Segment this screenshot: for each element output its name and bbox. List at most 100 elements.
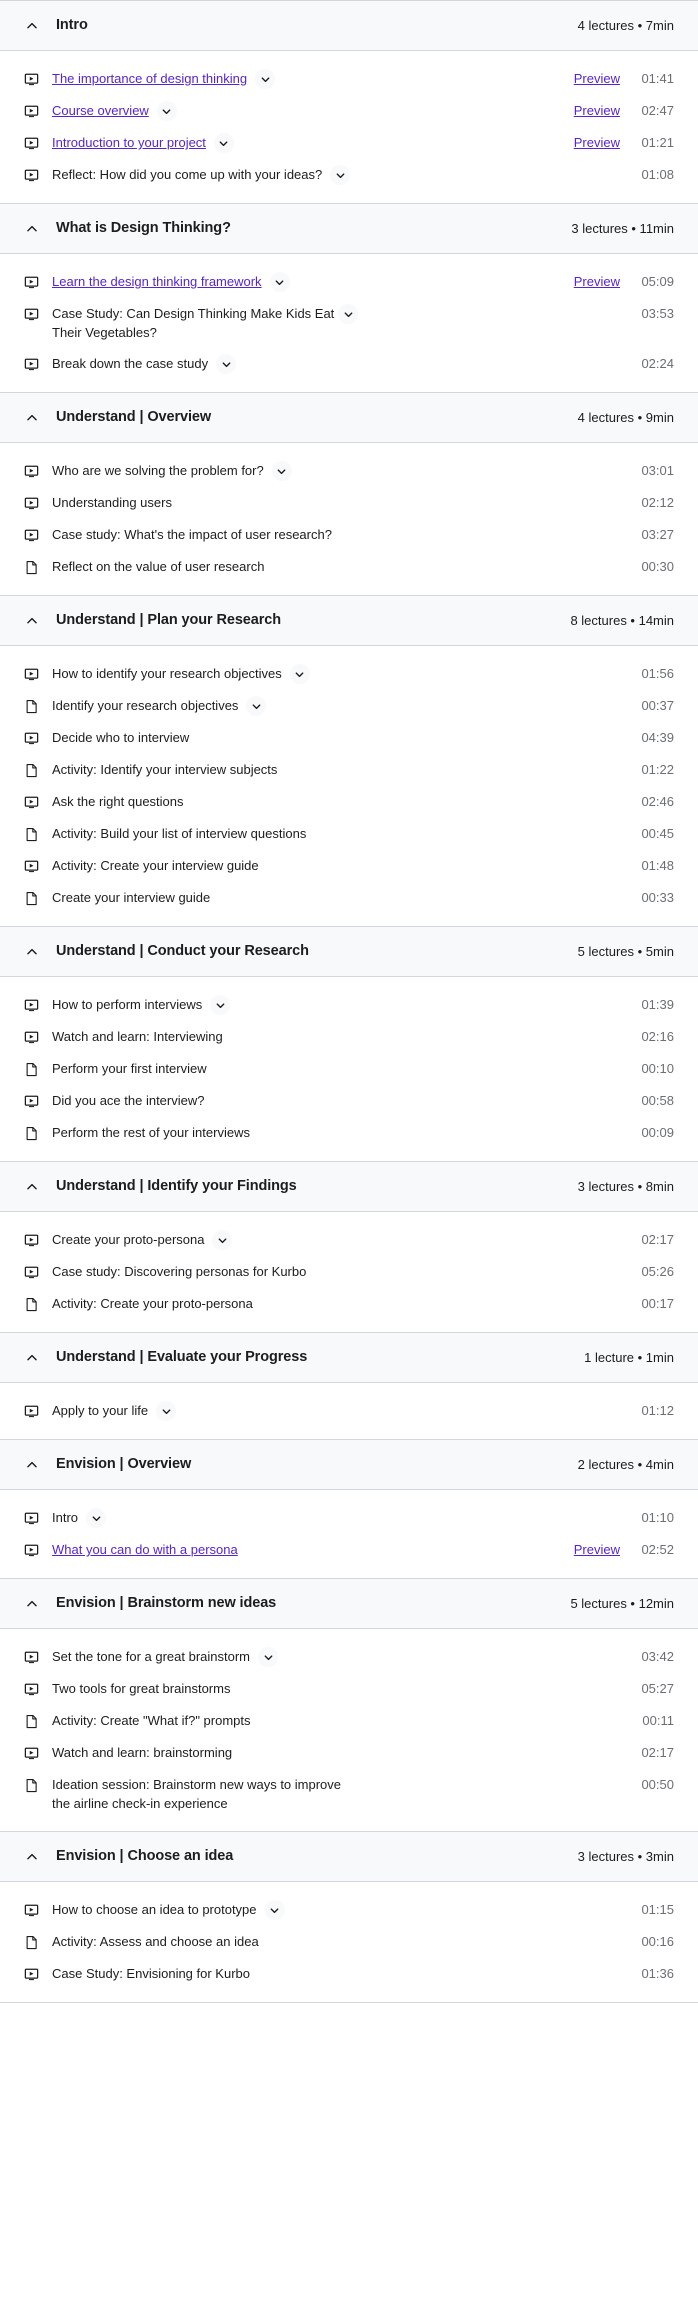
section-header-1[interactable]: What is Design Thinking? 3 lectures • 11m… <box>0 204 698 254</box>
lecture-right: 05:27 <box>638 1679 674 1698</box>
chevron-up-icon[interactable] <box>24 613 40 629</box>
lecture-title: Two tools for great brainstorms <box>52 1681 231 1696</box>
video-icon <box>24 664 40 684</box>
chevron-down-icon[interactable] <box>156 101 177 121</box>
chevron-up-icon[interactable] <box>24 1849 40 1865</box>
lecture-duration: 01:39 <box>641 997 674 1012</box>
chevron-down-icon[interactable] <box>246 696 267 716</box>
lecture-main: How to identify your research objectives <box>52 664 638 684</box>
chevron-down-icon[interactable] <box>213 133 234 153</box>
section-header-6[interactable]: Understand | Evaluate your Progress 1 lec… <box>0 1333 698 1383</box>
article-icon <box>24 1932 40 1952</box>
lecture-right: 00:11 <box>638 1711 674 1730</box>
lecture-title: Watch and learn: Interviewing <box>52 1029 223 1044</box>
lecture-duration: 04:39 <box>641 730 674 745</box>
lecture-main: Activity: Create your proto-persona <box>52 1294 638 1313</box>
preview-link[interactable]: Preview <box>574 101 620 120</box>
lecture-row: Case study: What's the impact of user re… <box>0 519 698 551</box>
chevron-up-icon[interactable] <box>24 1596 40 1612</box>
lecture-duration: 03:01 <box>641 463 674 478</box>
article-icon <box>24 760 40 780</box>
chevron-down-icon[interactable] <box>255 69 276 89</box>
preview-link[interactable]: Preview <box>574 69 620 88</box>
lecture-duration: 01:15 <box>641 1902 674 1917</box>
chevron-up-icon[interactable] <box>24 1457 40 1473</box>
lecture-title[interactable]: Learn the design thinking framework <box>52 272 262 291</box>
preview-link[interactable]: Preview <box>574 272 620 291</box>
preview-link[interactable]: Preview <box>574 1540 620 1559</box>
lecture-right: 01:36 <box>638 1964 674 1983</box>
video-icon <box>24 354 40 374</box>
lecture-title[interactable]: Introduction to your project <box>52 133 206 152</box>
lecture-right: 01:48 <box>638 856 674 875</box>
chevron-up-icon[interactable] <box>24 1350 40 1366</box>
chevron-down-icon[interactable] <box>330 165 351 185</box>
chevron-down-icon[interactable] <box>264 1900 285 1920</box>
chevron-up-icon[interactable] <box>24 18 40 34</box>
lecture-duration: 00:16 <box>641 1934 674 1949</box>
lecture-title-wrap: Ask the right questions <box>52 792 184 811</box>
lecture-right: 02:24 <box>638 354 674 373</box>
section-header-5[interactable]: Understand | Identify your Findings 3 lec… <box>0 1162 698 1212</box>
lecture-right: 03:42 <box>638 1647 674 1666</box>
chevron-down-icon[interactable] <box>212 1230 233 1250</box>
lecture-title-wrap: Watch and learn: Interviewing <box>52 1027 223 1046</box>
chevron-down-icon[interactable] <box>271 461 292 481</box>
section-header-7[interactable]: Envision | Overview 2 lectures • 4min <box>0 1440 698 1490</box>
section-header-2[interactable]: Understand | Overview 4 lectures • 9min <box>0 393 698 443</box>
section-title: Understand | Evaluate your Progress <box>56 1349 308 1366</box>
chevron-down-icon[interactable] <box>216 354 237 374</box>
lecture-list: How to perform interviews 01:39 Watch and … <box>0 977 698 1161</box>
preview-link[interactable]: Preview <box>574 133 620 152</box>
lecture-main: Reflect: How did you come up with your i… <box>52 165 638 185</box>
lecture-row: Who are we solving the problem for? 03:01 <box>0 455 698 487</box>
lecture-title-wrap: Perform your first interview <box>52 1059 207 1078</box>
lecture-title[interactable]: What you can do with a persona <box>52 1540 238 1559</box>
video-icon <box>24 728 40 748</box>
video-icon <box>24 1230 40 1250</box>
section-meta: 5 lectures • 12min <box>570 1596 674 1611</box>
section-header-9[interactable]: Envision | Choose an idea 3 lectures • 3m… <box>0 1832 698 1882</box>
lecture-right: 02:17 <box>638 1230 674 1249</box>
chevron-up-icon[interactable] <box>24 221 40 237</box>
lecture-main: Ideation session: Brainstorm new ways to… <box>52 1775 638 1813</box>
chevron-up-icon[interactable] <box>24 1179 40 1195</box>
lecture-title[interactable]: Course overview <box>52 101 149 120</box>
lecture-right: Preview 02:47 <box>574 101 674 120</box>
lecture-title: How to identify your research objectives <box>52 666 282 681</box>
chevron-down-icon[interactable] <box>86 1508 107 1528</box>
chevron-down-icon[interactable] <box>338 304 358 324</box>
section-meta: 3 lectures • 8min <box>577 1179 674 1194</box>
lecture-title-wrap: Activity: Assess and choose an idea <box>52 1932 259 1951</box>
section-title: Envision | Choose an idea <box>56 1848 234 1865</box>
lecture-title: Break down the case study <box>52 356 209 371</box>
chevron-down-icon[interactable] <box>269 272 290 292</box>
video-icon <box>24 1540 40 1560</box>
lecture-row: Two tools for great brainstorms 05:27 <box>0 1673 698 1705</box>
section-header-8[interactable]: Envision | Brainstorm new ideas 5 lecture… <box>0 1579 698 1629</box>
section-header-4[interactable]: Understand | Conduct your Research 5 lect… <box>0 927 698 977</box>
chevron-down-icon[interactable] <box>210 995 231 1015</box>
lecture-title-wrap: Set the tone for a great brainstorm <box>52 1647 278 1667</box>
lecture-row: Set the tone for a great brainstorm 03:42 <box>0 1641 698 1673</box>
lecture-row: Decide who to interview 04:39 <box>0 722 698 754</box>
lecture-duration: 00:09 <box>641 1125 674 1140</box>
video-icon <box>24 525 40 545</box>
lecture-title: Case Study: Envisioning for Kurbo <box>52 1966 250 1981</box>
lecture-row: Ideation session: Brainstorm new ways to… <box>0 1769 698 1819</box>
video-icon <box>24 1964 40 1984</box>
video-icon <box>24 856 40 876</box>
section-header-3[interactable]: Understand | Plan your Research 8 lecture… <box>0 596 698 646</box>
lecture-title[interactable]: The importance of design thinking <box>52 69 247 88</box>
chevron-up-icon[interactable] <box>24 944 40 960</box>
chevron-down-icon[interactable] <box>289 664 310 684</box>
section-header-0[interactable]: Intro 4 lectures • 7min <box>0 1 698 51</box>
curriculum-section: Understand | Conduct your Research 5 lect… <box>0 927 698 1162</box>
lecture-right: 00:33 <box>638 888 674 907</box>
chevron-down-icon[interactable] <box>156 1401 177 1421</box>
lecture-row: Ask the right questions 02:46 <box>0 786 698 818</box>
chevron-up-icon[interactable] <box>24 410 40 426</box>
chevron-down-icon[interactable] <box>258 1647 278 1667</box>
article-icon <box>24 696 40 716</box>
lecture-right: 02:17 <box>638 1743 674 1762</box>
